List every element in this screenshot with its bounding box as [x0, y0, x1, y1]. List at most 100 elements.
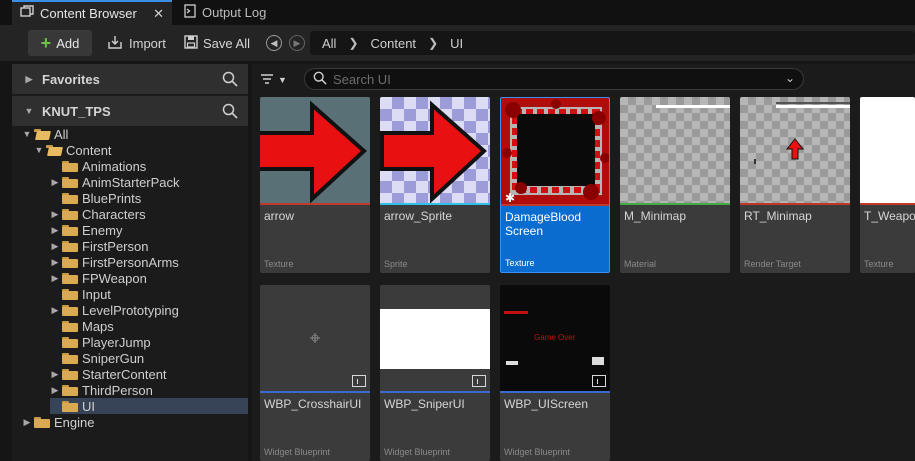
- chevron-right-icon[interactable]: ▶: [22, 417, 32, 428]
- chevron-down-icon[interactable]: ▼: [22, 129, 32, 139]
- search-icon[interactable]: [222, 103, 238, 122]
- folder-label: Maps: [82, 318, 114, 334]
- chevron-down-icon[interactable]: ⌄: [785, 71, 795, 85]
- folder-item-input[interactable]: Input: [50, 286, 248, 302]
- tab-content-browser[interactable]: Content Browser ✕: [12, 0, 172, 25]
- folder-item-all[interactable]: ▼ All: [22, 126, 248, 142]
- chevron-right-icon[interactable]: ▶: [50, 273, 60, 284]
- asset-name: T_Weapon GrenadeG: [864, 209, 915, 223]
- folder-icon: [62, 160, 78, 172]
- chevron-right-icon[interactable]: ▶: [24, 74, 34, 85]
- asset-tile-arrow-sprite[interactable]: arrow_Sprite Sprite: [380, 97, 490, 273]
- back-icon[interactable]: ◀: [266, 35, 282, 51]
- add-button[interactable]: + Add: [28, 30, 92, 56]
- folder-item-animstarterpack[interactable]: ▶ AnimStarterPack: [50, 174, 248, 190]
- chevron-right-icon[interactable]: ❯: [348, 36, 358, 50]
- filter-button[interactable]: ▼: [260, 71, 300, 89]
- asset-type-stripe: [500, 391, 610, 393]
- folder-item-snipergun[interactable]: SniperGun: [50, 350, 248, 366]
- folder-label: SniperGun: [82, 350, 145, 366]
- asset-type: Widget Blueprint: [504, 447, 571, 457]
- add-label: Add: [56, 35, 80, 51]
- tab-output-log[interactable]: Output Log: [176, 0, 274, 25]
- folder-label: FPWeapon: [82, 270, 147, 286]
- breadcrumb-item-all[interactable]: All: [322, 36, 336, 51]
- folder-icon: [62, 320, 78, 332]
- chevron-down-icon[interactable]: ▼: [24, 106, 34, 116]
- chevron-down-icon[interactable]: ▼: [34, 145, 44, 155]
- folder-label: Content: [66, 142, 112, 158]
- search-icon[interactable]: [222, 71, 238, 90]
- favorites-header[interactable]: ▶ Favorites: [12, 64, 248, 94]
- folder-label: Characters: [82, 206, 146, 222]
- folder-icon: [62, 352, 78, 364]
- folder-label: All: [54, 126, 69, 142]
- import-icon: [108, 35, 124, 52]
- breadcrumb: All ❯ Content ❯ UI: [310, 31, 915, 55]
- folder-item-maps[interactable]: Maps: [50, 318, 248, 334]
- folder-label: Engine: [54, 414, 95, 430]
- folder-item-characters[interactable]: ▶ Characters: [50, 206, 248, 222]
- folder-label: AnimStarterPack: [82, 174, 180, 190]
- asset-type: Sprite: [384, 259, 408, 269]
- chevron-right-icon[interactable]: ▶: [50, 369, 60, 380]
- chevron-right-icon[interactable]: ▶: [50, 209, 60, 220]
- folder-label: FirstPerson: [82, 238, 149, 254]
- asset-type: Widget Blueprint: [264, 447, 331, 457]
- project-header[interactable]: ▼ KNUT_TPS: [12, 96, 248, 126]
- asset-tile-arrow[interactable]: arrow Texture: [260, 97, 370, 273]
- folder-open-icon: [46, 144, 62, 156]
- folder-item-fpweapon[interactable]: ▶ FPWeapon: [50, 270, 248, 286]
- folder-item-thirdperson[interactable]: ▶ ThirdPerson: [50, 382, 248, 398]
- save-all-button[interactable]: Save All: [184, 30, 250, 56]
- asset-tile-rt-minimap[interactable]: RT_Minimap Render Target: [740, 97, 850, 273]
- close-icon[interactable]: ✕: [153, 6, 164, 22]
- asset-tile-wbp-sniperui[interactable]: WBP_SniperUI Widget Blueprint: [380, 285, 490, 461]
- breadcrumb-item-ui[interactable]: UI: [450, 36, 463, 51]
- asset-tile-wbp-crosshairui[interactable]: WBP_CrosshairUI Widget Blueprint: [260, 285, 370, 461]
- asset-name: M_Minimap: [624, 209, 687, 223]
- asset-type-stripe: [501, 204, 609, 206]
- chevron-right-icon[interactable]: ▶: [50, 241, 60, 252]
- chevron-right-icon[interactable]: ▶: [50, 305, 60, 316]
- widget-blueprint-icon: [472, 375, 486, 387]
- search-input[interactable]: [333, 71, 773, 87]
- asset-type: Texture: [505, 258, 535, 268]
- asset-tile-t-weapon-grenade[interactable]: T_Weapon GrenadeG Texture: [860, 97, 915, 273]
- chevron-right-icon[interactable]: ▶: [50, 257, 60, 268]
- asset-thumbnail: [260, 97, 370, 203]
- chevron-right-icon[interactable]: ❯: [428, 36, 438, 50]
- folder-item-playerjump[interactable]: PlayerJump: [50, 334, 248, 350]
- folder-item-firstpersonarms[interactable]: ▶ FirstPersonArms: [50, 254, 248, 270]
- chevron-right-icon[interactable]: ▶: [50, 225, 60, 236]
- folder-item-animations[interactable]: Animations: [50, 158, 248, 174]
- folder-item-blueprints[interactable]: BluePrints: [50, 190, 248, 206]
- asset-thumbnail: [380, 285, 490, 391]
- asset-tile-damageblood-screen[interactable]: ✱ DamageBlood Screen Texture: [500, 97, 610, 273]
- search-box[interactable]: ⌄: [304, 68, 804, 90]
- folder-item-firstperson[interactable]: ▶ FirstPerson: [50, 238, 248, 254]
- breadcrumb-item-content[interactable]: Content: [371, 36, 417, 51]
- asset-type-stripe: [380, 391, 490, 393]
- asset-name: RT_Minimap: [744, 209, 812, 223]
- folder-item-ui[interactable]: UI: [50, 398, 248, 414]
- asset-name: WBP_CrosshairUI: [264, 397, 362, 411]
- widget-blueprint-icon: [592, 375, 606, 387]
- project-label: KNUT_TPS: [42, 103, 111, 119]
- chevron-right-icon[interactable]: ▶: [50, 385, 60, 396]
- forward-icon[interactable]: ▶: [289, 35, 305, 51]
- asset-type: Material: [624, 259, 657, 269]
- folder-item-content[interactable]: ▼ Content: [34, 142, 248, 158]
- chevron-right-icon[interactable]: ▶: [50, 177, 60, 188]
- folder-item-levelprototyping[interactable]: ▶ LevelPrototyping: [50, 302, 248, 318]
- folder-label: BluePrints: [82, 190, 142, 206]
- folder-item-enemy[interactable]: ▶ Enemy: [50, 222, 248, 238]
- folder-item-startercontent[interactable]: ▶ StarterContent: [50, 366, 248, 382]
- asset-tile-wbp-uiscreen[interactable]: Game Over WBP_UIScreen Widget Blueprint: [500, 285, 610, 461]
- search-icon: [313, 71, 327, 88]
- import-button[interactable]: Import: [108, 30, 166, 56]
- asset-thumbnail: [860, 97, 915, 203]
- chevron-down-icon: ▼: [278, 75, 287, 85]
- folder-item-engine[interactable]: ▶ Engine: [22, 414, 248, 430]
- asset-tile-m-minimap[interactable]: M_Minimap Material: [620, 97, 730, 273]
